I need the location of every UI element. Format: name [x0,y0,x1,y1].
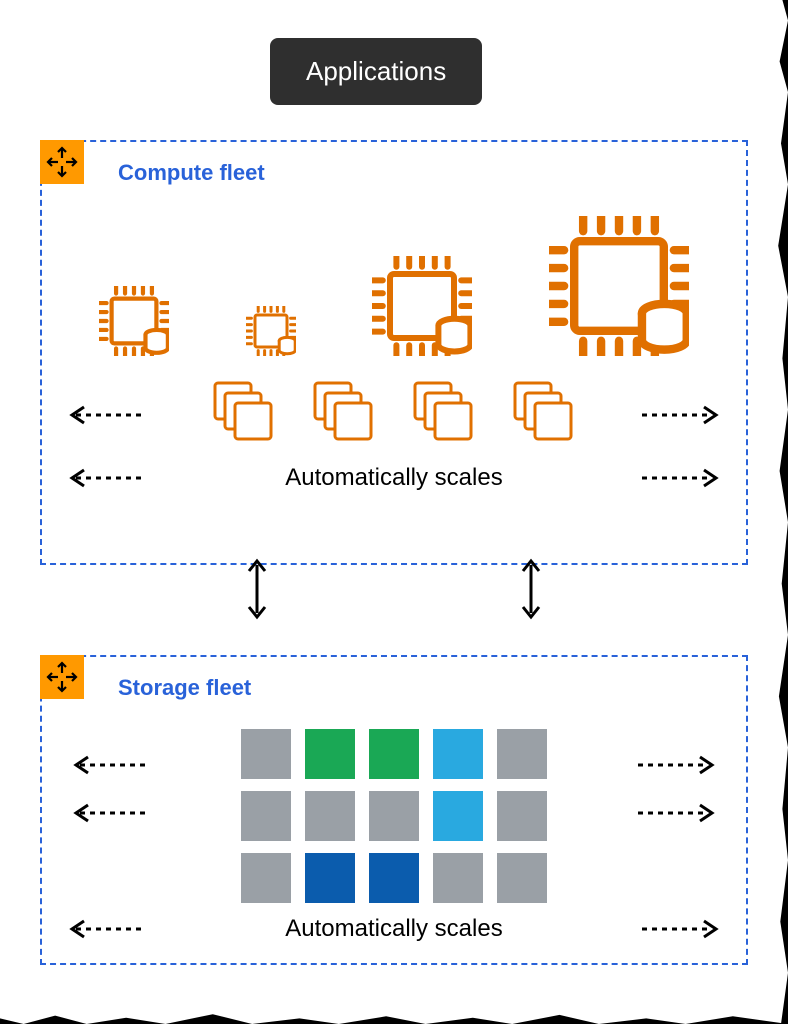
instance-stacks [209,377,579,452]
compute-scale-row-label: Automatically scales [56,458,732,498]
storage-grid [56,729,732,903]
scale-icon [40,655,84,699]
storage-block [305,791,355,841]
panel-connectors [40,553,748,625]
vertical-double-arrow-icon [519,557,543,621]
storage-scale-label: Automatically scales [285,915,502,943]
storage-block [497,729,547,779]
storage-fleet-title: Storage fleet [118,675,732,701]
storage-block [369,729,419,779]
arrow-right-icon [638,917,722,941]
arrow-left-icon [70,801,154,825]
storage-block [305,729,355,779]
storage-fleet-panel: Storage fleet Automatically scales [40,655,748,965]
compute-scale-label: Automatically scales [285,464,502,492]
applications-badge: Applications [270,38,482,105]
storage-scale-row-label: Automatically scales [56,909,732,949]
storage-block [497,791,547,841]
torn-edge-bottom [0,1010,788,1024]
arrow-left-icon [66,466,150,490]
arrow-right-icon [634,753,718,777]
compute-instance-icon [372,256,472,361]
storage-right-arrows [634,753,718,825]
instance-stack-icon [509,377,579,452]
compute-chips-row [56,186,732,371]
compute-fleet-panel: Compute fleet [40,140,748,565]
storage-block [241,791,291,841]
storage-block [369,853,419,903]
storage-left-arrows [70,753,154,825]
compute-instance-icon [246,306,296,361]
vertical-double-arrow-icon [245,557,269,621]
instance-stack-icon [309,377,379,452]
compute-instance-icon [99,286,169,361]
arrow-left-icon [70,753,154,777]
storage-block [433,729,483,779]
arrow-right-icon [634,801,718,825]
arrow-left-icon [66,403,150,427]
storage-block [241,853,291,903]
arrow-right-icon [638,466,722,490]
compute-scale-row-stacks [56,371,732,458]
arrow-left-icon [66,917,150,941]
torn-edge-right [774,0,788,1024]
storage-block [305,853,355,903]
storage-block [497,853,547,903]
storage-block [433,853,483,903]
storage-block [369,791,419,841]
instance-stack-icon [409,377,479,452]
compute-fleet-title: Compute fleet [118,160,732,186]
compute-instance-icon [549,216,689,361]
storage-block [241,729,291,779]
storage-block [433,791,483,841]
instance-stack-icon [209,377,279,452]
arrow-right-icon [638,403,722,427]
scale-icon [40,140,84,184]
